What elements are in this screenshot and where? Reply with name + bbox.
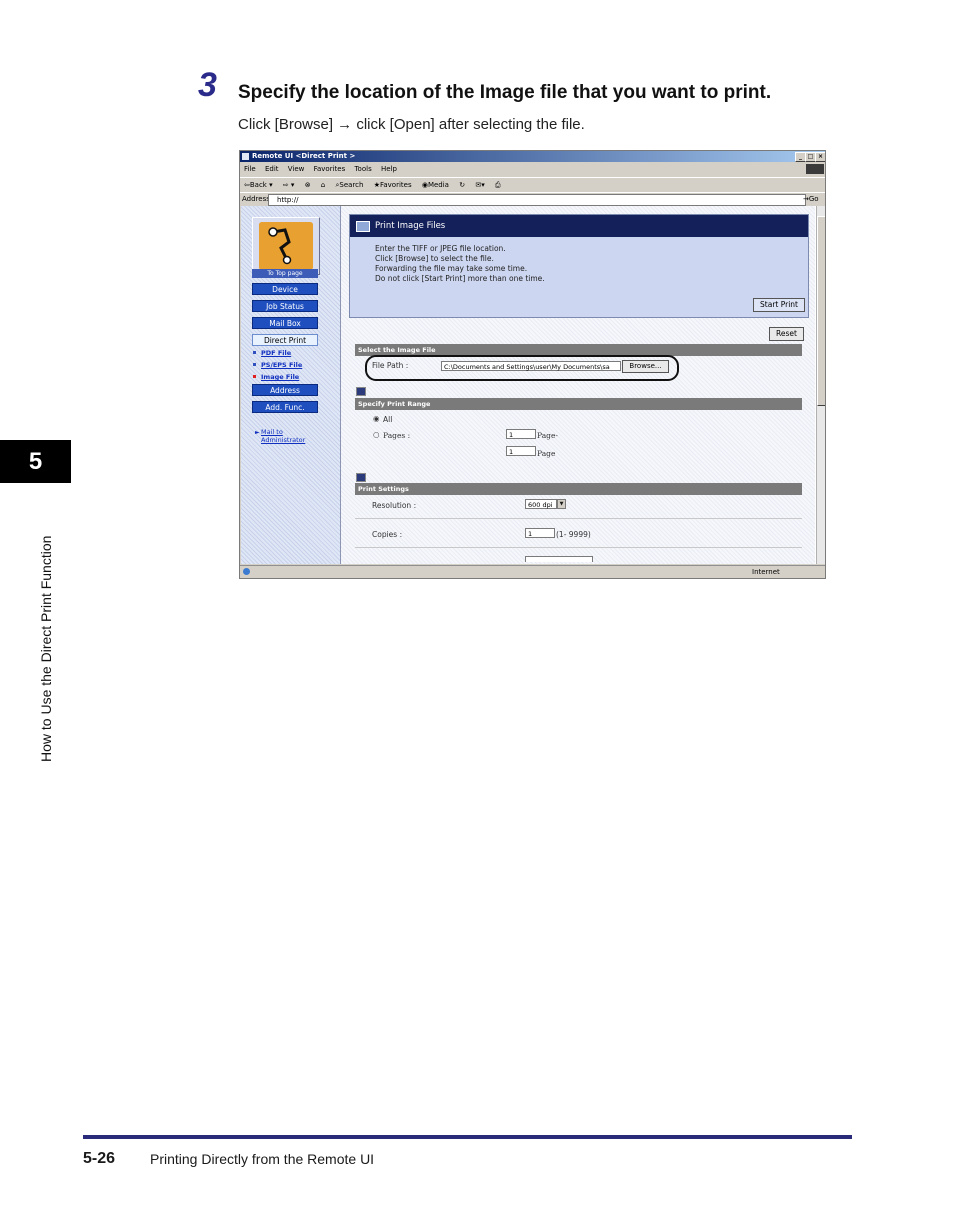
chapter-tab: 5: [0, 440, 71, 483]
mail-to-administrator-link[interactable]: Mail to Administrator: [261, 428, 305, 444]
instruction-line: Do not click [Start Print] more than one…: [375, 274, 545, 283]
windows-logo-icon: [806, 164, 824, 174]
page-status-icon: [243, 568, 250, 575]
window-titlebar: Remote UI <Direct Print > _ □ ×: [240, 151, 825, 162]
vertical-scrollbar[interactable]: [816, 206, 825, 564]
start-print-button[interactable]: Start Print: [753, 298, 805, 312]
instruction-line: Click [Browse] to select the file.: [375, 254, 494, 263]
chapter-caption: How to Use the Direct Print Function: [38, 488, 58, 768]
copies-range: (1- 9999): [556, 530, 591, 539]
left-navigation: To Top page Device Job Status Mail Box D…: [241, 206, 341, 564]
file-path-label: File Path :: [372, 361, 409, 370]
step-instruction: Click [Browse] → click [Open] after sele…: [238, 116, 585, 133]
favorites-button[interactable]: ★Favorites: [374, 181, 412, 189]
ie-icon: [242, 153, 249, 160]
history-button[interactable]: ↻: [459, 181, 465, 189]
logo-graphic-icon: [259, 222, 313, 270]
collapse-icon[interactable]: [356, 473, 366, 482]
bullet-icon: [253, 363, 256, 366]
panel-title: Print Image Files: [375, 221, 446, 231]
page-from-input[interactable]: 1: [506, 429, 536, 439]
stop-button[interactable]: ⊗: [305, 181, 311, 189]
nav-job-status[interactable]: Job Status: [252, 300, 318, 312]
step-heading: Specify the location of the Image file t…: [238, 82, 772, 103]
window-title: Remote UI <Direct Print >: [252, 152, 356, 160]
divider: [355, 547, 802, 548]
status-zone: Internet: [752, 568, 780, 576]
instruction-line: Forwarding the file may take some time.: [375, 264, 528, 273]
menu-help[interactable]: Help: [381, 165, 397, 173]
back-button[interactable]: ⇦Back ▾: [244, 181, 273, 189]
panel-header: Print Image Files: [350, 215, 808, 237]
nav-mail-box[interactable]: Mail Box: [252, 317, 318, 329]
forward-button[interactable]: ⇨ ▾: [283, 181, 295, 189]
footer-title: Printing Directly from the Remote UI: [150, 1151, 375, 1167]
divider: [355, 518, 802, 519]
scroll-thumb[interactable]: [817, 216, 825, 406]
footer-rule: [83, 1135, 852, 1139]
section-print-settings: Print Settings: [355, 483, 802, 495]
radio-all[interactable]: ◉: [373, 414, 380, 423]
page-content: To Top page Device Job Status Mail Box D…: [241, 206, 825, 564]
printer-logo-icon: [259, 222, 313, 270]
nav-device[interactable]: Device: [252, 283, 318, 295]
nav-direct-print[interactable]: Direct Print: [252, 334, 318, 346]
instruction-line: Enter the TIFF or JPEG file location.: [375, 244, 506, 253]
nav-ps-eps-file[interactable]: PS/EPS File: [261, 361, 302, 369]
nav-add-func[interactable]: Add. Func.: [252, 401, 318, 413]
address-input[interactable]: http://: [268, 194, 806, 206]
chapter-caption-text: How to Use the Direct Print Function: [38, 535, 54, 762]
collapse-icon[interactable]: [356, 387, 366, 396]
mail-link-line1: Mail to: [261, 428, 283, 436]
panel-icon: [356, 221, 370, 232]
copies-input[interactable]: 1: [525, 528, 555, 538]
address-bar: Address http:// →Go: [240, 192, 825, 206]
menu-edit[interactable]: Edit: [265, 165, 279, 173]
copies-label: Copies :: [372, 530, 403, 539]
radio-pages[interactable]: ○: [373, 430, 380, 439]
menu-tools[interactable]: Tools: [354, 165, 371, 173]
chevron-down-icon[interactable]: ▼: [557, 499, 566, 509]
search-button[interactable]: ⌕Search: [335, 181, 363, 189]
mail-arrow-icon: ►: [255, 429, 260, 436]
media-button[interactable]: ◉Media: [422, 181, 449, 189]
nav-address[interactable]: Address: [252, 384, 318, 396]
resolution-label: Resolution :: [372, 501, 417, 510]
to-top-page-link[interactable]: To Top page: [252, 269, 318, 278]
close-icon[interactable]: ×: [815, 152, 825, 162]
browser-toolbar: ⇦Back ▾ ⇨ ▾ ⊗ ⌂ ⌕Search ★Favorites ◉Medi…: [240, 177, 825, 192]
page-to-suffix: Page: [537, 449, 556, 458]
print-image-files-panel: Print Image Files Enter the TIFF or JPEG…: [349, 214, 809, 318]
top-page-logo[interactable]: [252, 217, 320, 275]
next-field-partial: [525, 556, 593, 562]
bullet-icon: [253, 351, 256, 354]
browser-window: Remote UI <Direct Print > _ □ × File Edi…: [239, 150, 826, 579]
menu-file[interactable]: File: [244, 165, 256, 173]
home-button[interactable]: ⌂: [321, 181, 325, 189]
go-button[interactable]: →Go: [803, 193, 819, 206]
reset-button[interactable]: Reset: [769, 327, 804, 341]
status-bar: Internet: [240, 565, 825, 578]
page-to-input[interactable]: 1: [506, 446, 536, 456]
mail-button[interactable]: ✉▾: [475, 181, 484, 189]
page-number: 5-26: [83, 1150, 116, 1167]
page-from-suffix: Page-: [537, 431, 558, 440]
menu-view[interactable]: View: [288, 165, 305, 173]
browse-button[interactable]: Browse...: [622, 360, 669, 373]
mail-link-line2: Administrator: [261, 436, 306, 444]
file-path-input[interactable]: C:\Documents and Settings\user\My Docume…: [441, 361, 621, 371]
nav-pdf-file[interactable]: PDF File: [261, 349, 291, 357]
address-label: Address: [242, 195, 270, 203]
menu-favorites[interactable]: Favorites: [314, 165, 346, 173]
menu-bar: File Edit View Favorites Tools Help: [240, 163, 825, 176]
active-bullet-icon: [253, 375, 256, 378]
section-print-range: Specify Print Range: [355, 398, 802, 410]
print-button[interactable]: ⎙: [495, 181, 501, 189]
radio-pages-label: Pages :: [383, 431, 411, 440]
nav-image-file[interactable]: Image File: [261, 373, 299, 381]
radio-all-label: All: [383, 415, 393, 424]
main-area: Print Image Files Enter the TIFF or JPEG…: [341, 206, 815, 564]
step-number: 3: [198, 66, 217, 104]
resolution-select[interactable]: 600 dpi: [525, 499, 557, 509]
